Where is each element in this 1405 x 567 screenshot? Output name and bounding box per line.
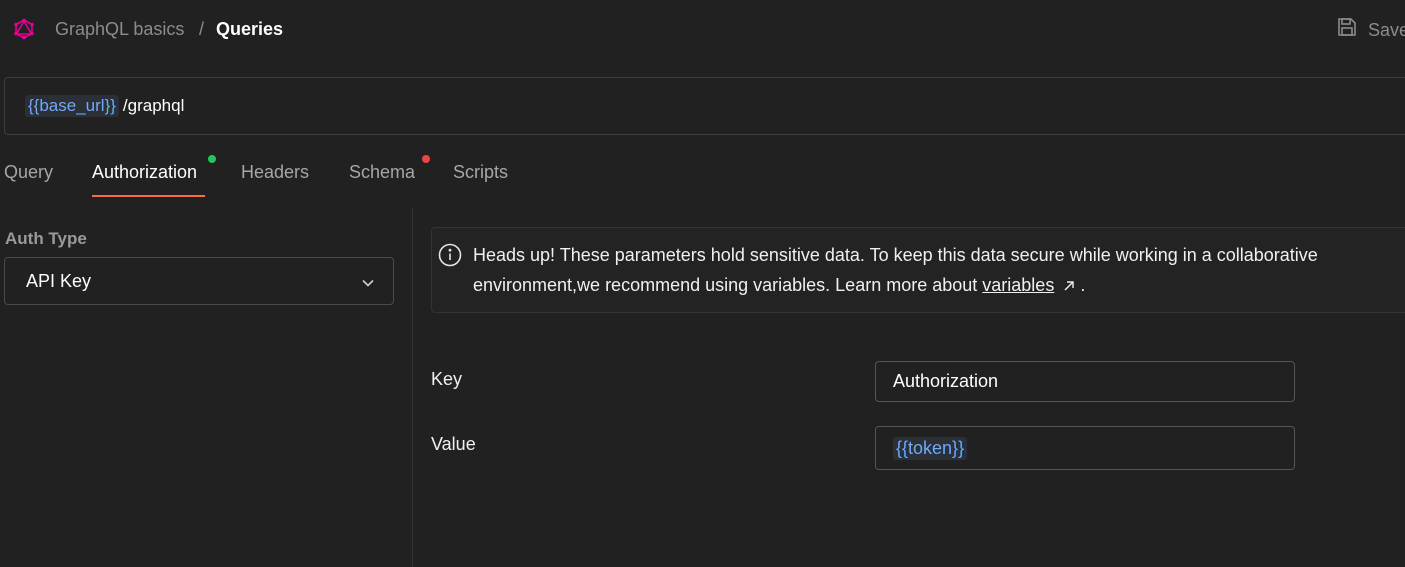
external-link-icon[interactable] [1063, 271, 1075, 301]
variables-link[interactable]: variables [982, 275, 1054, 295]
breadcrumb-collection[interactable]: GraphQL basics [55, 18, 184, 40]
floppy-disk-icon [1336, 16, 1358, 44]
key-input-value: Authorization [893, 371, 999, 391]
save-button[interactable]: Save [1336, 16, 1405, 44]
auth-type-value: API Key [26, 270, 92, 291]
tab-query[interactable]: Query [4, 161, 53, 183]
tab-schema[interactable]: Schema [349, 161, 415, 183]
schema-status-dot [422, 155, 430, 163]
breadcrumb-request-name[interactable]: Queries [216, 18, 283, 40]
chevron-down-icon [361, 274, 375, 295]
key-input[interactable]: Authorization [875, 361, 1295, 402]
url-path: /graphql [122, 96, 185, 115]
authorization-status-dot [208, 155, 216, 163]
key-label: Key [431, 369, 463, 389]
info-icon [438, 243, 462, 272]
save-label: Save [1368, 20, 1405, 40]
url-input[interactable]: {{base_url}} /graphql [4, 77, 1405, 135]
value-input[interactable]: {{token}} [875, 426, 1295, 470]
auth-type-select[interactable]: API Key [4, 257, 394, 305]
tab-scripts[interactable]: Scripts [453, 161, 508, 183]
banner-text-line-2: environment,we recommend using variables… [473, 275, 978, 295]
tab-headers[interactable]: Headers [241, 161, 309, 183]
active-tab-indicator [92, 195, 205, 197]
banner-text: Heads up! These parameters hold sensitiv… [473, 240, 1393, 301]
auth-type-label: Auth Type [5, 229, 87, 248]
breadcrumb-separator: / [199, 19, 205, 39]
pane-divider[interactable] [412, 208, 413, 567]
graphql-logo-icon [13, 18, 35, 40]
banner-trailing-period: . [1080, 275, 1086, 295]
token-variable[interactable]: {{token}} [893, 436, 968, 460]
url-variable[interactable]: {{base_url}} [25, 95, 119, 117]
tab-authorization[interactable]: Authorization [92, 161, 197, 183]
value-label: Value [431, 434, 476, 454]
banner-text-line-1: Heads up! These parameters hold sensitiv… [473, 245, 1318, 265]
